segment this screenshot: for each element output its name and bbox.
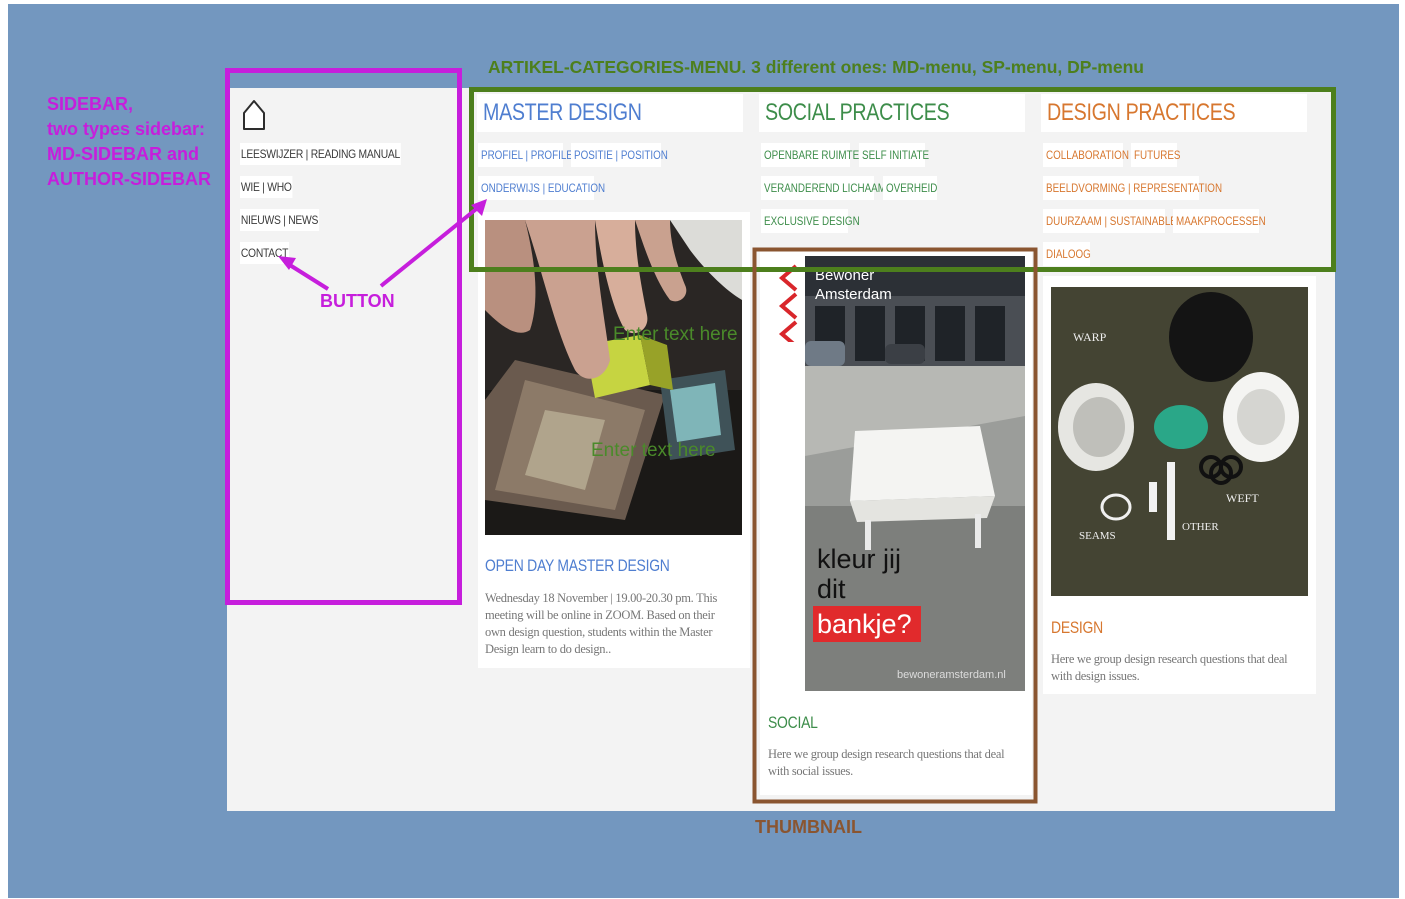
tag-collaboration[interactable]: COLLABORATION bbox=[1043, 143, 1129, 167]
poster-brand-2: Amsterdam bbox=[815, 286, 892, 303]
handwriting-weft: WEFT bbox=[1226, 491, 1259, 505]
tag-sustainable[interactable]: DUURZAAM | SUSTAINABLE bbox=[1043, 209, 1177, 233]
tag-veranderend-lichaam[interactable]: VERANDEREND LICHAAM bbox=[761, 176, 886, 200]
card-design-photo[interactable]: WARP WEFT SEAMS OTHER bbox=[1051, 287, 1308, 596]
poster-url: bewoneramsterdam.nl bbox=[897, 669, 1006, 681]
handwriting-other: OTHER bbox=[1182, 521, 1219, 533]
handwriting-seams: SEAMS bbox=[1079, 530, 1116, 542]
tag-self-initiate[interactable]: SELF INITIATE bbox=[859, 143, 929, 167]
red-chevrons bbox=[776, 262, 800, 348]
poster-brand-1: Bewoner bbox=[815, 267, 874, 284]
category-design-practices[interactable]: DESIGN PRACTICES bbox=[1041, 94, 1307, 132]
poster-headline-2: dit bbox=[817, 574, 846, 604]
card-open-day-text: Wednesday 18 November | 19.00-20.30 pm. … bbox=[485, 591, 718, 656]
tag-position[interactable]: POSITIE | POSITION bbox=[571, 143, 668, 167]
card-social-title[interactable]: SOCIAL bbox=[768, 713, 829, 733]
home-icon[interactable] bbox=[242, 98, 266, 132]
tag-representation[interactable]: BEELDVORMING | REPRESENTATION bbox=[1043, 176, 1222, 200]
card-social-poster[interactable]: Bewoner Amsterdam kleur jij dit bankje? … bbox=[805, 256, 1025, 691]
card-open-day-title[interactable]: OPEN DAY MASTER DESIGN bbox=[485, 556, 710, 576]
sidebar-annotation: SIDEBAR, two types sidebar: MD-SIDEBAR a… bbox=[47, 94, 211, 189]
sidebar-item-news[interactable]: NIEUWS | NEWS bbox=[240, 209, 320, 231]
overlay-text-2: Enter text here bbox=[591, 440, 716, 461]
thumbnail-annotation: THUMBNAIL bbox=[755, 817, 862, 837]
card-design-text: Here we group design research questions … bbox=[1051, 652, 1288, 683]
category-master-design[interactable]: MASTER DESIGN bbox=[477, 94, 743, 132]
poster-headline-3: bankje? bbox=[817, 609, 912, 639]
overlay-text-1: Enter text here bbox=[613, 324, 738, 345]
tag-openbare-ruimte[interactable]: OPENBARE RUIMTE bbox=[761, 143, 859, 167]
button-annotation: BUTTON bbox=[320, 291, 395, 311]
sidebar-item-contact[interactable]: CONTACT bbox=[240, 242, 290, 264]
tag-overheid[interactable]: OVERHEID bbox=[883, 176, 937, 200]
card-open-day-photo[interactable]: Enter text here Enter text here bbox=[485, 220, 742, 535]
category-social-practices[interactable]: SOCIAL PRACTICES bbox=[759, 94, 1025, 132]
handwriting-warp: WARP bbox=[1073, 330, 1107, 344]
sidebar-item-reading-manual[interactable]: LEESWIJZER | READING MANUAL bbox=[240, 143, 401, 165]
card-design-title[interactable]: DESIGN bbox=[1051, 618, 1114, 638]
sidebar-item-who[interactable]: WIE | WHO bbox=[240, 176, 293, 198]
tag-exclusive-design[interactable]: EXCLUSIVE DESIGN bbox=[761, 209, 860, 233]
tag-profile[interactable]: PROFIEL | PROFILE bbox=[478, 143, 573, 167]
tag-futures[interactable]: FUTURES bbox=[1131, 143, 1180, 167]
tag-education[interactable]: ONDERWIJS | EDUCATION bbox=[478, 176, 605, 200]
card-social-text: Here we group design research questions … bbox=[768, 747, 1005, 778]
tag-dialoog[interactable]: DIALOOG bbox=[1043, 242, 1091, 266]
tag-maakprocessen[interactable]: MAAKPROCESSEN bbox=[1173, 209, 1266, 233]
poster-headline-1: kleur jij bbox=[817, 544, 901, 574]
menu-annotation: ARTIKEL-CATEGORIES-MENU. 3 different one… bbox=[488, 57, 1144, 77]
